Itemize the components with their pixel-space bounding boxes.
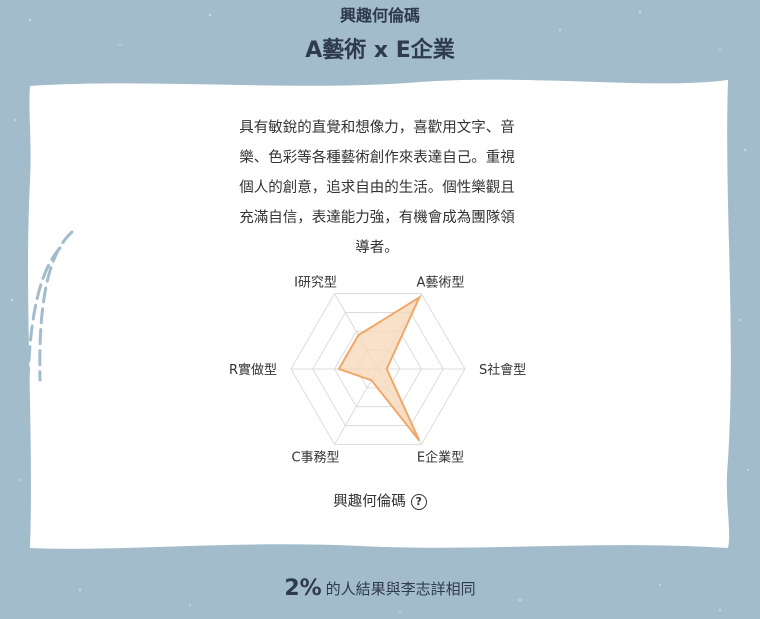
- radar-axis-label: R實做型: [229, 362, 277, 378]
- radar-axis-label: I研究型: [294, 276, 337, 291]
- interest-radar-chart: A藝術型 S社會型 E企業型 C事務型 R實做型 I研究型: [229, 276, 526, 466]
- help-circle-icon[interactable]: ?: [410, 494, 427, 510]
- match-text: 的人結果與李志詳相同: [325, 580, 476, 598]
- radar-axis-label: C事務型: [291, 450, 339, 465]
- chart-caption: 興趣何倫碼?: [0, 490, 760, 511]
- match-summary: 2% 的人結果與李志詳相同: [0, 576, 760, 601]
- radar-axis-label: E企業型: [417, 449, 464, 465]
- chart-caption-label: 興趣何倫碼: [333, 494, 406, 510]
- match-percent: 2%: [284, 576, 322, 601]
- radar-axis-label: S社會型: [479, 362, 526, 378]
- radar-axis-label: A藝術型: [417, 276, 465, 291]
